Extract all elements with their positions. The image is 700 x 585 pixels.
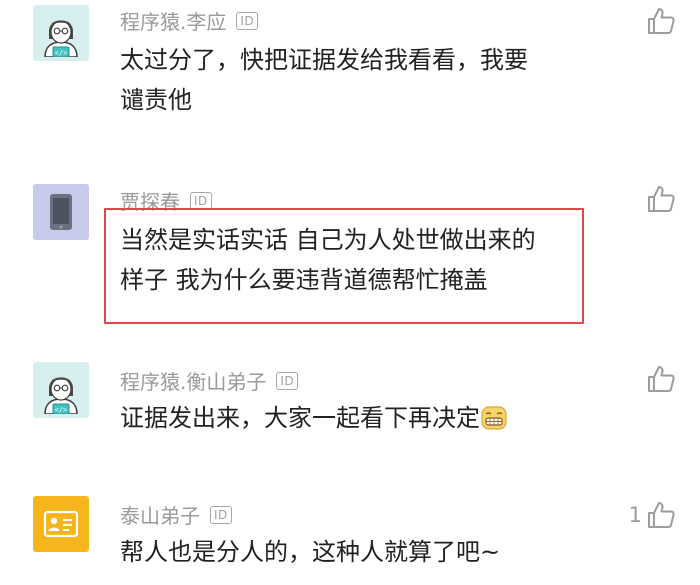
comment-text: 证据发出来，大家一起看下再决定 <box>120 398 590 438</box>
comment-text-line: 太过分了，快把证据发给我看看，我要 <box>120 46 528 74</box>
id-badge-icon: ID <box>236 11 259 30</box>
phone-avatar-icon <box>50 194 72 230</box>
highlight-box <box>104 208 584 324</box>
grin-emoji-icon <box>481 406 507 430</box>
username-text[interactable]: 程序猿.李应 <box>120 6 226 35</box>
like-button[interactable] <box>642 6 676 36</box>
comment-username[interactable]: 程序猿.李应 ID <box>120 6 259 35</box>
comment-text-line: 谴责他 <box>120 86 192 114</box>
username-text[interactable]: 程序猿.衡山弟子 <box>120 366 266 395</box>
avatar[interactable] <box>33 496 89 552</box>
avatar[interactable]: </> <box>33 362 89 418</box>
svg-text:</>: </> <box>55 49 68 57</box>
comment-text-line: 帮人也是分人的，这种人就算了吧~ <box>120 538 501 566</box>
comment-text-line: 证据发出来，大家一起看下再决定 <box>120 398 590 438</box>
coder-avatar-icon: </> <box>44 377 78 414</box>
comment-text-content: 证据发出来，大家一起看下再决定 <box>120 404 480 432</box>
coder-avatar-icon: </> <box>44 20 78 57</box>
id-badge-icon: ID <box>210 505 232 524</box>
thumbs-up-icon <box>648 366 675 392</box>
comment-username[interactable]: 程序猿.衡山弟子 ID <box>120 366 299 395</box>
comment-username[interactable]: 泰山弟子 ID <box>120 500 232 529</box>
thumbs-up-icon <box>648 186 675 212</box>
thumbs-up-icon <box>648 502 675 528</box>
like-button[interactable] <box>642 364 676 394</box>
thumbs-up-icon <box>648 8 675 34</box>
id-card-avatar-icon <box>43 510 79 538</box>
avatar[interactable]: </> <box>33 5 89 61</box>
comment-text: 太过分了，快把证据发给我看看，我要 谴责他 <box>120 40 590 120</box>
id-badge-icon: ID <box>276 371 299 390</box>
like-button[interactable] <box>642 184 676 214</box>
svg-text:</>: </> <box>55 406 68 414</box>
username-text[interactable]: 泰山弟子 <box>120 500 200 529</box>
like-count: 1 <box>628 503 642 527</box>
id-badge-icon: ID <box>190 191 212 210</box>
like-button[interactable]: 1 <box>629 500 676 530</box>
avatar[interactable] <box>33 184 89 240</box>
comment-text: 帮人也是分人的，这种人就算了吧~ <box>120 532 590 572</box>
